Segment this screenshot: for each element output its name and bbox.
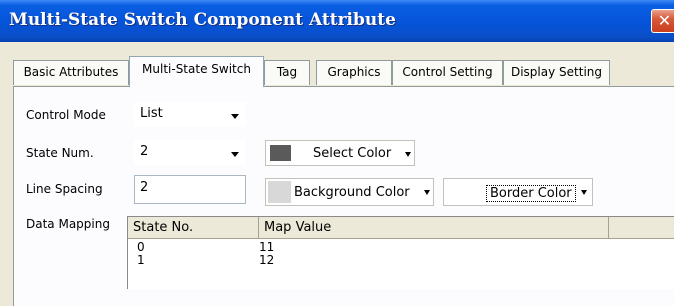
tab-display-setting[interactable]: Display Setting <box>503 60 610 85</box>
select-color-button[interactable]: Select Color <box>265 140 415 166</box>
tab-label: Basic Attributes <box>23 65 119 79</box>
background-color-button[interactable]: Background Color <box>265 178 434 206</box>
table-row[interactable]: 0 11 <box>128 241 674 254</box>
state-num-label: State Num. <box>26 146 94 160</box>
tab-label: Graphics <box>327 65 381 79</box>
line-spacing-value: 2 <box>140 180 149 195</box>
tab-basic-attributes[interactable]: Basic Attributes <box>13 60 129 85</box>
close-button[interactable]: ✕ <box>651 9 674 33</box>
table-header: State No. Map Value <box>128 217 674 239</box>
border-color-label: Border Color <box>486 185 576 202</box>
tab-label: Tag <box>276 65 298 79</box>
background-color-label: Background Color <box>294 185 410 200</box>
select-color-label: Select Color <box>313 146 392 161</box>
control-mode-select[interactable]: List <box>134 102 246 127</box>
line-spacing-input[interactable]: 2 <box>134 175 246 204</box>
chevron-down-icon <box>424 190 430 195</box>
state-num-select[interactable]: 2 <box>134 140 246 165</box>
chevron-down-icon <box>581 190 587 195</box>
control-mode-value: List <box>140 106 163 121</box>
window-title: Multi-State Switch Component Attribute <box>9 10 396 30</box>
data-mapping-table[interactable]: State No. Map Value 0 11 1 12 <box>127 216 674 289</box>
tab-label: Display Setting <box>510 65 602 79</box>
chevron-down-icon <box>405 152 411 157</box>
map-value-cell: 12 <box>259 253 275 267</box>
tab-label: Multi-State Switch <box>142 62 251 76</box>
dialog-window: Multi-State Switch Component Attribute ✕… <box>0 0 674 306</box>
table-row[interactable]: 1 12 <box>128 254 674 267</box>
chevron-down-icon <box>231 114 239 119</box>
select-color-swatch <box>270 145 291 161</box>
tab-multi-state-switch[interactable]: Multi-State Switch <box>129 56 264 87</box>
background-color-swatch <box>268 181 291 203</box>
line-spacing-label: Line Spacing <box>26 182 103 196</box>
tab-tag[interactable]: Tag <box>264 60 310 85</box>
chevron-down-icon <box>231 152 239 157</box>
state-num-value: 2 <box>140 144 149 159</box>
border-color-button[interactable]: Border Color <box>443 178 593 206</box>
state-no-cell: 1 <box>137 253 145 267</box>
title-bar[interactable]: Multi-State Switch Component Attribute ✕ <box>0 0 674 42</box>
tab-control-setting[interactable]: Control Setting <box>392 60 503 85</box>
control-mode-label: Control Mode <box>26 108 106 122</box>
close-icon: ✕ <box>657 11 672 30</box>
border-color-swatch <box>446 181 471 203</box>
column-header-map-value[interactable]: Map Value <box>259 217 609 239</box>
tab-graphics[interactable]: Graphics <box>316 60 392 85</box>
tab-label: Control Setting <box>402 65 493 79</box>
data-mapping-label: Data Mapping <box>26 217 110 231</box>
column-header-state-no[interactable]: State No. <box>128 217 259 239</box>
